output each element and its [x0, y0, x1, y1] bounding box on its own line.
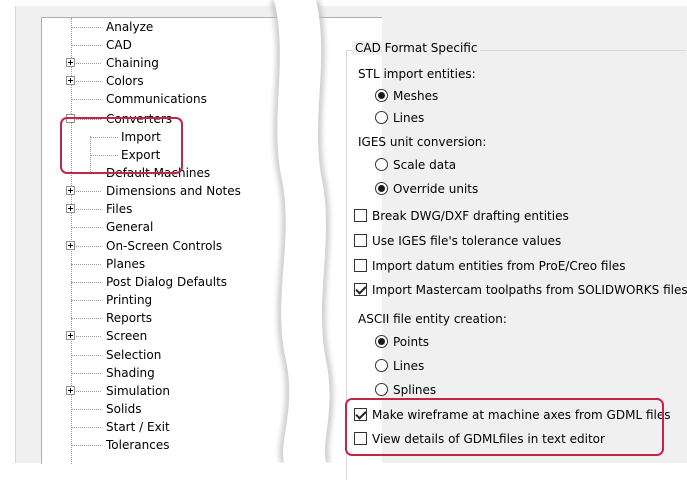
tree-item-label: On-Screen Controls: [106, 239, 223, 253]
expand-plus-icon[interactable]: [66, 241, 75, 250]
ascii-label-text: ASCII file entity creation:: [358, 312, 507, 326]
tree-item-label: Printing: [106, 293, 153, 307]
ascii-label: ASCII file entity creation:: [358, 310, 507, 328]
radio-selected-icon[interactable]: [375, 335, 388, 348]
gdml-options-highlight-box: [345, 398, 664, 456]
radio-label: Points: [393, 335, 430, 349]
tree-item-label: Dimensions and Notes: [106, 184, 241, 198]
tree-item-label: Planes: [106, 257, 146, 271]
tree-connector: [71, 227, 101, 228]
tree-item-label: CAD: [106, 38, 132, 52]
radio-unselected-icon[interactable]: [375, 383, 388, 396]
tree-item-label: Simulation: [106, 384, 170, 398]
expand-plus-icon[interactable]: [66, 331, 75, 340]
tree-connector: [71, 300, 101, 301]
tree-connector: [71, 81, 101, 82]
converters-options-panel: CAD Format Specific STL import entities:…: [330, 17, 687, 480]
radio-selected-icon[interactable]: [375, 182, 388, 195]
tree-connector: [71, 427, 101, 428]
checkbox-label: Import Mastercam toolpaths from SOLIDWOR…: [372, 283, 687, 297]
radio-label: Splines: [393, 383, 437, 397]
expand-plus-icon[interactable]: [66, 76, 75, 85]
checkbox-label: Import datum entities from ProE/Creo fil…: [372, 259, 626, 273]
tree-item-label: Start / Exit: [106, 420, 170, 434]
tree-connector: [71, 409, 101, 410]
tree-connector: [71, 264, 101, 265]
tree-connector: [71, 318, 101, 319]
tree-item-label: Post Dialog Defaults: [106, 275, 228, 289]
tree-item-label: Shading: [106, 366, 155, 380]
stl-label: STL import entities:: [358, 65, 476, 83]
radio-label: Lines: [393, 359, 425, 373]
tree-connector: [71, 246, 101, 247]
checkbox-label: Use IGES file's tolerance values: [372, 234, 562, 248]
tree-item-label: Analyze: [106, 20, 154, 34]
converters-highlight-box: [60, 117, 183, 174]
tree-connector: [71, 282, 101, 283]
iges-label-text: IGES unit conversion:: [358, 135, 487, 149]
radio-selected-icon[interactable]: [375, 89, 388, 102]
checkbox-unchecked-icon[interactable]: [354, 234, 367, 247]
tree-connector: [71, 445, 101, 446]
radio-label: Meshes: [393, 89, 439, 103]
tree-connector: [71, 373, 101, 374]
checkbox-unchecked-icon[interactable]: [354, 209, 367, 222]
tree-item-label: Chaining: [106, 56, 159, 70]
radio-label: Lines: [393, 111, 425, 125]
checkbox-unchecked-icon[interactable]: [354, 259, 367, 272]
expand-plus-icon[interactable]: [66, 204, 75, 213]
tree-item-label: Colors: [106, 74, 144, 88]
tree-item-label: Selection: [106, 348, 162, 362]
stl-label-text: STL import entities:: [358, 67, 476, 81]
tree-connector: [71, 336, 101, 337]
radio-label: Override units: [393, 182, 479, 196]
radio-unselected-icon[interactable]: [375, 111, 388, 124]
expand-plus-icon[interactable]: [66, 186, 75, 195]
tree-item-label: Reports: [106, 311, 153, 325]
tree-item-label: Solids: [106, 402, 142, 416]
tree-connector: [71, 391, 101, 392]
tree-connector: [71, 63, 101, 64]
tree-item-label: Communications: [106, 92, 207, 106]
tree-connector: [71, 99, 101, 100]
expand-plus-icon[interactable]: [66, 386, 75, 395]
checkbox-label: Break DWG/DXF drafting entities: [372, 209, 569, 223]
tree-connector: [71, 209, 101, 210]
expand-plus-icon[interactable]: [66, 58, 75, 67]
checkbox-checked-icon[interactable]: [354, 283, 367, 296]
tree-connector: [71, 45, 101, 46]
radio-unselected-icon[interactable]: [375, 158, 388, 171]
iges-label: IGES unit conversion:: [358, 133, 486, 151]
tree-item-label: Tolerances: [106, 438, 170, 452]
tree-connector: [71, 191, 101, 192]
radio-unselected-icon[interactable]: [375, 359, 388, 372]
tree-connector: [71, 355, 101, 356]
group-title: CAD Format Specific: [352, 41, 481, 55]
tree-connector: [71, 27, 101, 28]
tree-item-label: Files: [106, 202, 133, 216]
tree-item-label: Screen: [106, 329, 148, 343]
tree-item-label: General: [106, 220, 154, 234]
radio-label: Scale data: [393, 158, 457, 172]
